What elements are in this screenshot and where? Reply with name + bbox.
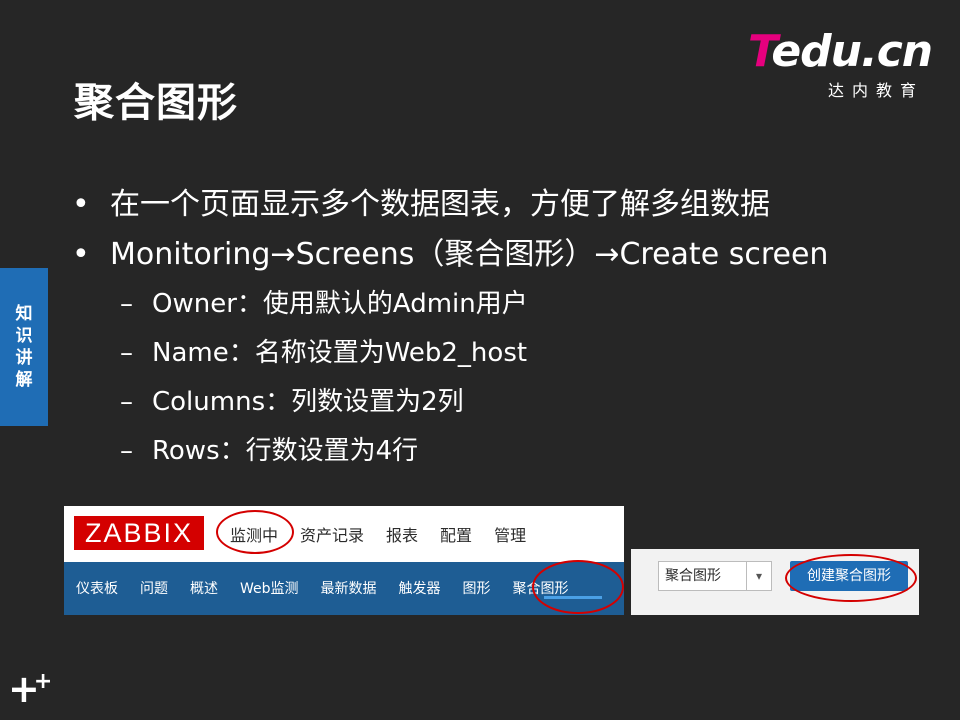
annotation-circle (532, 560, 624, 614)
menu-administration[interactable]: 管理 (494, 522, 526, 546)
submenu-latest-data[interactable]: 最新数据 (321, 578, 377, 598)
sub-bullet-text: Owner：使用默认的Admin用户 (152, 289, 528, 319)
logo-subtitle: 达内教育 (827, 81, 924, 100)
sub-bullet-text: Columns：列数设置为2列 (152, 387, 464, 417)
submenu-web[interactable]: Web监测 (240, 578, 299, 598)
annotation-circle (785, 554, 917, 602)
tab-char: 解 (15, 370, 33, 390)
logo-domain: edu.cn (771, 26, 933, 77)
logo-letter: T (748, 26, 772, 77)
tab-char: 知 (15, 304, 33, 324)
submenu-triggers[interactable]: 触发器 (399, 578, 441, 598)
zabbix-logo: ZABBIX (74, 516, 204, 550)
dash-mark: – (120, 387, 133, 417)
logo-wordmark: Tedu.cn (748, 30, 933, 74)
chevron-down-icon[interactable]: ▾ (746, 562, 771, 590)
submenu-graphs[interactable]: 图形 (463, 578, 491, 598)
menu-configuration[interactable]: 配置 (440, 522, 472, 546)
knowledge-tab: 知 识 讲 解 (0, 268, 48, 426)
screens-toolbar-screenshot: 聚合图形 ▾ 创建聚合图形 (631, 549, 919, 615)
annotation-circle (216, 510, 294, 554)
bullet-item: • 在一个页面显示多个数据图表，方便了解多组数据 (72, 180, 828, 230)
tab-char: 识 (15, 326, 33, 346)
submenu-overview[interactable]: 概述 (190, 578, 218, 598)
tedu-logo: Tedu.cn 达内教育 (748, 30, 933, 101)
submenu-items: 仪表板 问题 概述 Web监测 最新数据 触发器 图形 聚合图形 (76, 578, 569, 598)
submenu-dashboard[interactable]: 仪表板 (76, 578, 118, 598)
submenu-problems[interactable]: 问题 (140, 578, 168, 598)
dash-mark: – (120, 436, 133, 466)
bullet-text: Monitoring→Screens（聚合图形）→Create screen (110, 237, 829, 272)
slide-title: 聚合图形 (74, 80, 238, 126)
bullet-item: • Monitoring→Screens（聚合图形）→Create screen (72, 230, 828, 280)
zabbix-nav-screenshot: ZABBIX 监测中 资产记录 报表 配置 管理 仪表板 问题 概述 Web监测… (64, 506, 624, 615)
sub-bullet-item: – Owner：使用默认的Admin用户 (72, 280, 828, 329)
menu-inventory[interactable]: 资产记录 (300, 522, 364, 546)
bullet-list: • 在一个页面显示多个数据图表，方便了解多组数据 • Monitoring→Sc… (72, 180, 828, 476)
sub-bullet-text: Rows：行数设置为4行 (152, 436, 419, 466)
screen-type-select[interactable]: 聚合图形 ▾ (658, 561, 772, 591)
zabbix-header: ZABBIX 监测中 资产记录 报表 配置 管理 (64, 506, 624, 562)
select-value: 聚合图形 (665, 568, 721, 584)
sub-bullet-text: Name：名称设置为Web2_host (152, 338, 528, 368)
tab-char: 讲 (15, 348, 33, 368)
sub-bullet-item: – Rows：行数设置为4行 (72, 427, 828, 476)
dash-mark: – (120, 289, 133, 319)
plus-decoration-icon: ++ (8, 667, 53, 711)
bullet-dot: • (72, 187, 90, 222)
bullet-dot: • (72, 237, 90, 272)
sub-bullet-item: – Name：名称设置为Web2_host (72, 329, 828, 378)
bullet-text: 在一个页面显示多个数据图表，方便了解多组数据 (110, 187, 770, 222)
dash-mark: – (120, 338, 133, 368)
sub-bullet-item: – Columns：列数设置为2列 (72, 378, 828, 427)
menu-reports[interactable]: 报表 (386, 522, 418, 546)
